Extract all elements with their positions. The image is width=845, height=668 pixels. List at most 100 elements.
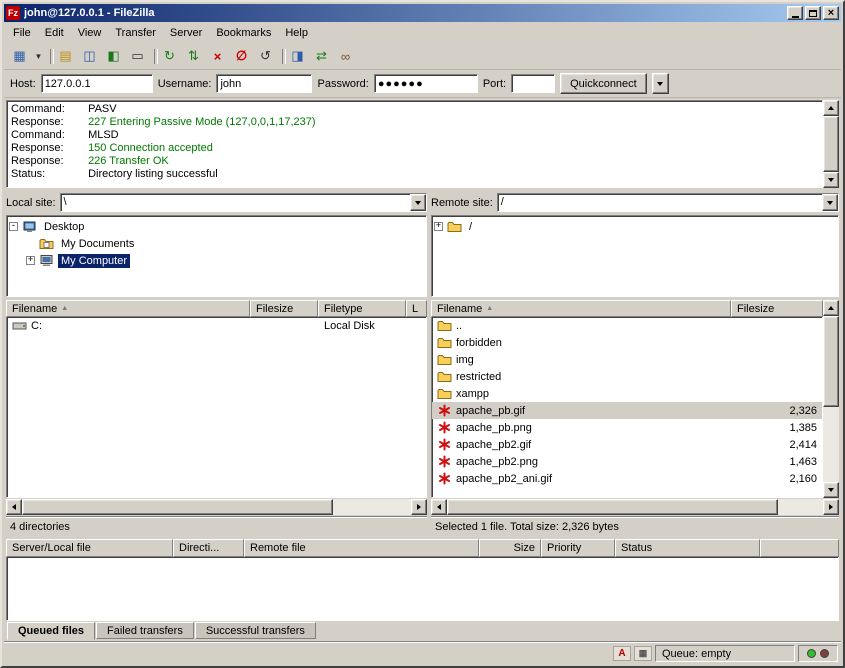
- tree-item[interactable]: + /: [434, 218, 836, 235]
- scrollbar-thumb[interactable]: [447, 499, 778, 515]
- menu-item[interactable]: Transfer: [108, 24, 163, 42]
- tree-expander[interactable]: +: [26, 256, 35, 265]
- scroll-left-button[interactable]: [431, 499, 447, 515]
- toolbar-separator[interactable]: [278, 46, 285, 67]
- transfer-queue-list[interactable]: [6, 557, 839, 621]
- file-size: 1,385: [732, 422, 822, 434]
- toggle-tree-view-button[interactable]: ◫: [78, 46, 101, 67]
- file-row[interactable]: apache_pb.png 1,385: [432, 419, 822, 436]
- column-header-label: L: [412, 303, 418, 315]
- local-pane: Local site: \ -: [6, 192, 427, 536]
- file-row[interactable]: forbidden: [432, 334, 822, 351]
- title-bar[interactable]: Fz john@127.0.0.1 - FileZilla ×: [4, 4, 841, 22]
- toolbar-separator[interactable]: [46, 46, 53, 67]
- scrollbar-track[interactable]: [823, 116, 839, 172]
- queue-column-header[interactable]: Status: [615, 539, 760, 557]
- disconnect-button[interactable]: ∅: [230, 46, 253, 67]
- port-input[interactable]: [511, 74, 555, 93]
- process-queue-button[interactable]: ⇅: [182, 46, 205, 67]
- scrollbar-thumb[interactable]: [823, 116, 839, 172]
- menu-item[interactable]: View: [71, 24, 109, 42]
- toggle-local-pane-button[interactable]: ◧: [102, 46, 125, 67]
- scroll-left-button[interactable]: [6, 499, 22, 515]
- menu-item[interactable]: Bookmarks: [209, 24, 278, 42]
- queue-column-header[interactable]: Priority: [541, 539, 615, 557]
- tree-expander[interactable]: +: [434, 222, 443, 231]
- file-row[interactable]: C: Local Disk: [7, 317, 426, 334]
- menu-item[interactable]: Edit: [38, 24, 71, 42]
- scrollbar-track[interactable]: [447, 499, 823, 515]
- quickconnect-dropdown-button[interactable]: [652, 73, 669, 94]
- menu-item[interactable]: Help: [278, 24, 315, 42]
- toggle-message-log-button[interactable]: ▤: [54, 46, 77, 67]
- menu-item[interactable]: File: [6, 24, 38, 42]
- local-site-dropdown-button[interactable]: [410, 194, 426, 211]
- column-header[interactable]: Filename▲: [431, 300, 731, 317]
- host-input[interactable]: [41, 74, 153, 93]
- scroll-down-button[interactable]: [823, 172, 839, 188]
- file-row[interactable]: apache_pb.gif 2,326: [432, 402, 822, 419]
- log-scrollbar[interactable]: [823, 100, 839, 188]
- file-row[interactable]: restricted: [432, 368, 822, 385]
- scroll-up-button[interactable]: [823, 300, 839, 316]
- file-row[interactable]: xampp: [432, 385, 822, 402]
- menu-item[interactable]: Server: [163, 24, 209, 42]
- scroll-right-button[interactable]: [411, 499, 427, 515]
- scrollbar-thumb[interactable]: [823, 316, 839, 407]
- queue-column-header[interactable]: Server/Local file: [6, 539, 173, 557]
- file-row[interactable]: img: [432, 351, 822, 368]
- local-file-list[interactable]: C: Local Disk: [6, 317, 427, 498]
- close-button[interactable]: ×: [823, 6, 839, 20]
- scrollbar-track[interactable]: [22, 499, 411, 515]
- scroll-right-button[interactable]: [823, 499, 839, 515]
- queue-tab[interactable]: Queued files: [7, 622, 95, 640]
- scrollbar-thumb[interactable]: [22, 499, 333, 515]
- site-manager-button[interactable]: ▦: [8, 46, 31, 67]
- reconnect-button[interactable]: ↺: [254, 46, 277, 67]
- synchronized-browsing-button[interactable]: ⇄: [310, 46, 333, 67]
- tree-item[interactable]: + My Computer: [9, 252, 424, 269]
- file-row[interactable]: ..: [432, 317, 822, 334]
- queue-column-header[interactable]: Directi...: [173, 539, 244, 557]
- sort-arrow-icon: ▲: [486, 305, 493, 312]
- queue-column-header[interactable]: Size: [479, 539, 541, 557]
- toggle-queue-button[interactable]: ▭: [126, 46, 149, 67]
- remote-file-list[interactable]: .. forbidden: [431, 317, 823, 498]
- scroll-up-button[interactable]: [823, 100, 839, 116]
- find-files-button[interactable]: ∞: [334, 46, 357, 67]
- directory-comparison-button[interactable]: ◨: [286, 46, 309, 67]
- password-input[interactable]: [374, 74, 478, 93]
- tree-item[interactable]: My Documents: [9, 235, 424, 252]
- minimize-button[interactable]: [787, 6, 803, 20]
- local-horizontal-scrollbar[interactable]: [6, 499, 427, 515]
- local-site-combobox[interactable]: \: [60, 193, 427, 212]
- column-header[interactable]: L: [406, 300, 427, 317]
- column-header[interactable]: Filesize: [731, 300, 823, 317]
- folder-icon: [447, 220, 462, 233]
- queue-tab[interactable]: Failed transfers: [96, 622, 194, 639]
- column-header[interactable]: Filesize: [250, 300, 318, 317]
- remote-vertical-scrollbar[interactable]: [823, 300, 839, 498]
- column-header[interactable]: Filename▲: [6, 300, 250, 317]
- scrollbar-track[interactable]: [823, 316, 839, 482]
- site-manager-dropdown[interactable]: ▼: [32, 46, 45, 67]
- quickconnect-button[interactable]: Quickconnect: [560, 73, 647, 94]
- file-row[interactable]: apache_pb2.gif 2,414: [432, 436, 822, 453]
- remote-horizontal-scrollbar[interactable]: [431, 499, 839, 515]
- file-row[interactable]: apache_pb2.png 1,463: [432, 453, 822, 470]
- column-header[interactable]: Filetype: [318, 300, 406, 317]
- queue-column-header[interactable]: [760, 539, 839, 557]
- cancel-button[interactable]: ×: [206, 46, 229, 67]
- remote-site-combobox[interactable]: /: [497, 193, 839, 212]
- file-row[interactable]: apache_pb2_ani.gif 2,160: [432, 470, 822, 487]
- toolbar-separator[interactable]: [150, 46, 157, 67]
- scroll-down-button[interactable]: [823, 482, 839, 498]
- tree-expander[interactable]: -: [9, 222, 18, 231]
- refresh-button[interactable]: ↻: [158, 46, 181, 67]
- username-input[interactable]: [216, 74, 312, 93]
- remote-site-dropdown-button[interactable]: [822, 194, 838, 211]
- queue-column-header[interactable]: Remote file: [244, 539, 479, 557]
- tree-item[interactable]: - Desktop: [9, 218, 424, 235]
- queue-tab[interactable]: Successful transfers: [195, 622, 316, 639]
- maximize-button[interactable]: [805, 6, 821, 20]
